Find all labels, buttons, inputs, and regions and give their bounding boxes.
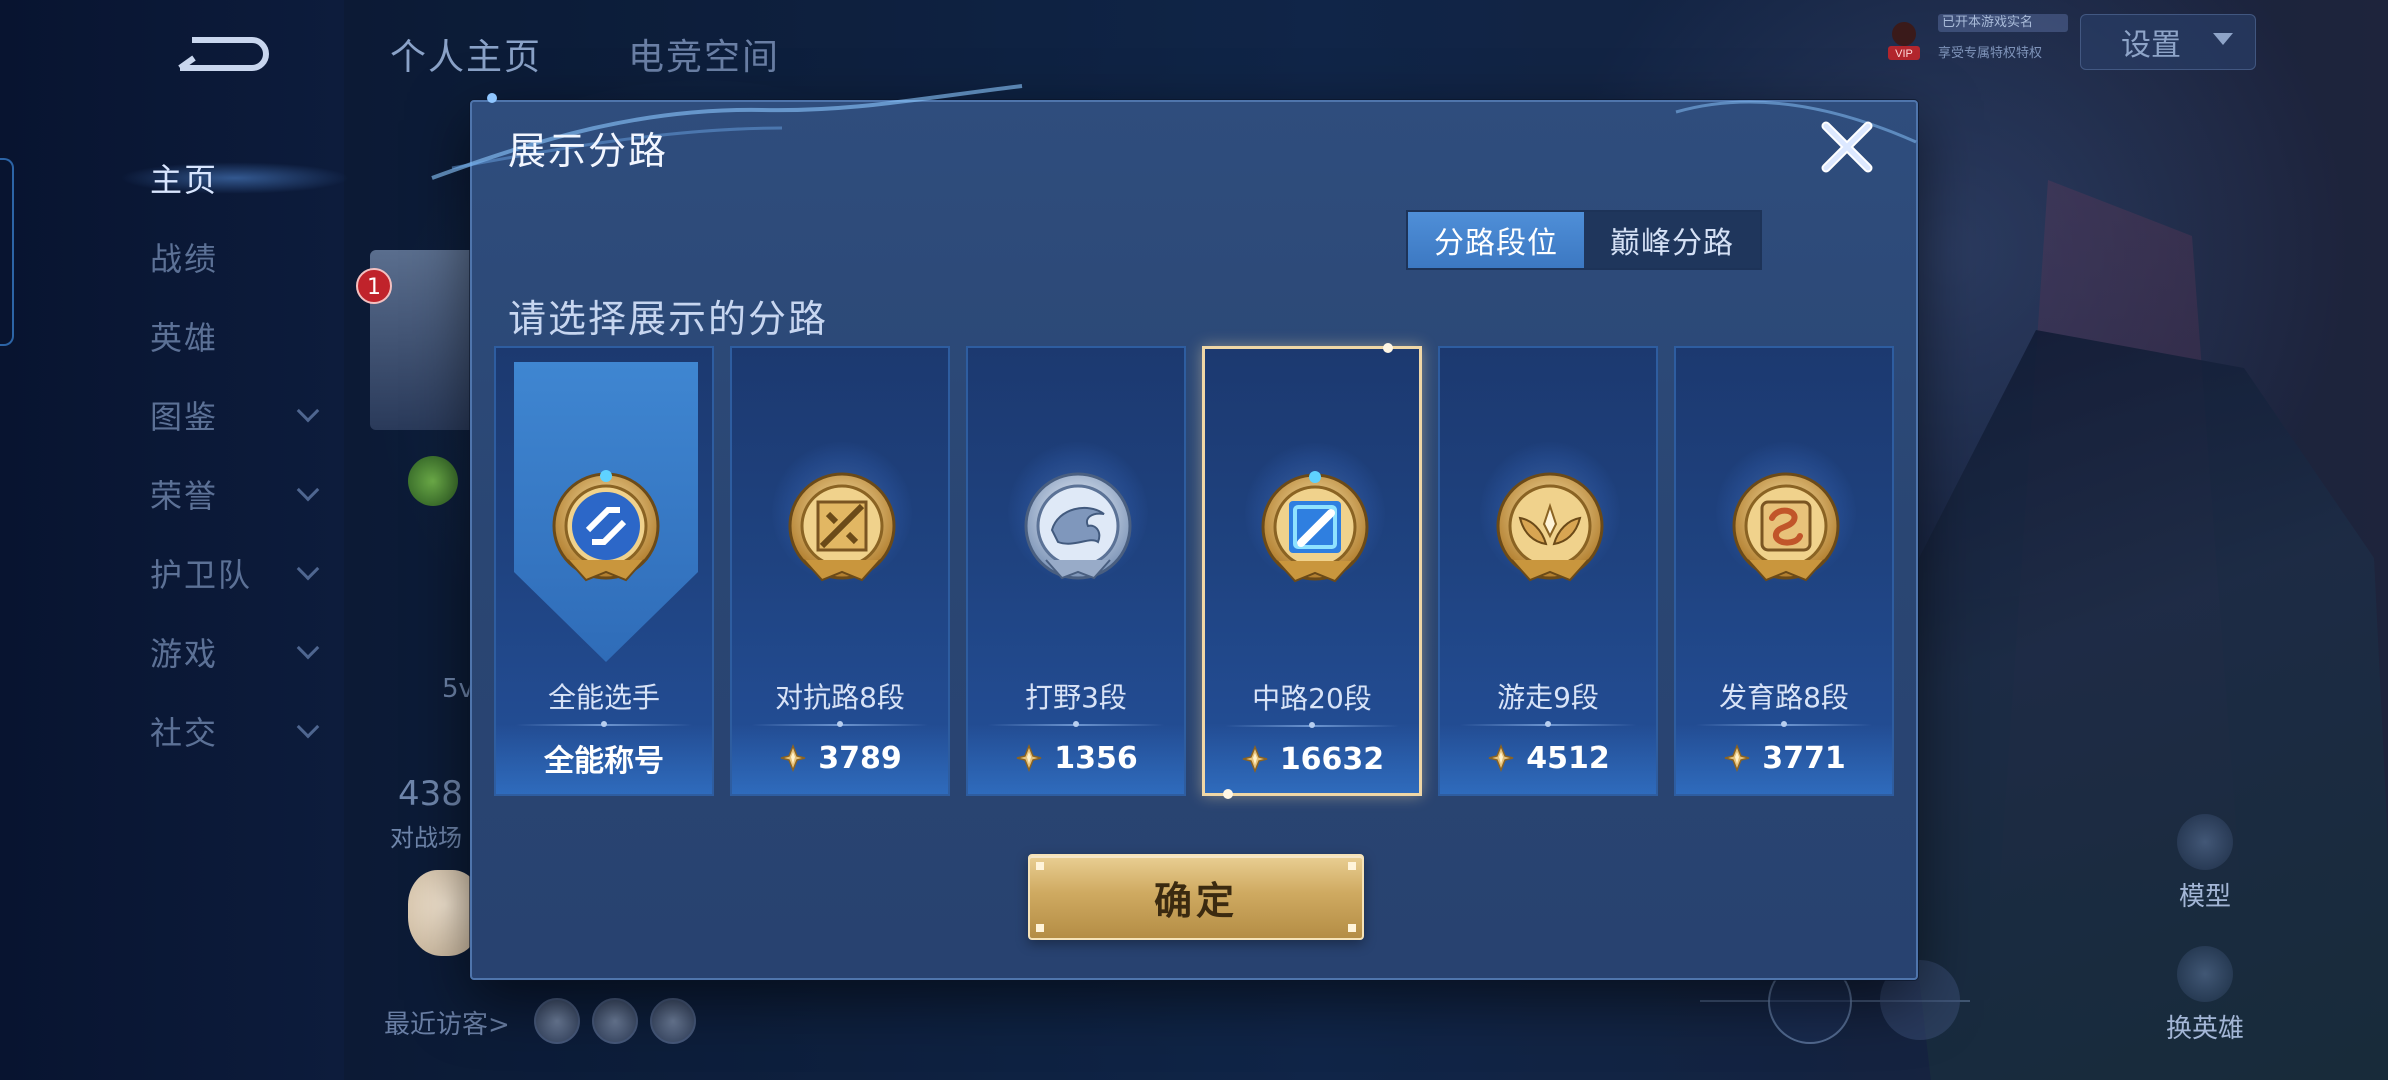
sidebar: 主页战绩英雄图鉴荣誉护卫队游戏社交 bbox=[0, 0, 350, 1080]
lane-card[interactable]: 打野3段 1356 bbox=[966, 346, 1186, 796]
lane-score: 全能称号 bbox=[496, 738, 712, 779]
sidebar-item-label: 战绩 bbox=[150, 240, 219, 278]
notification-badge: 1 bbox=[356, 268, 392, 304]
lane-card-list: 全能选手 全能称号 对抗路8段 3789 打野3段 1356 中路20段 16632 游走9段 4… bbox=[494, 343, 1898, 799]
chevron-down-icon bbox=[2213, 33, 2233, 45]
lane-score-value: 4512 bbox=[1526, 740, 1610, 776]
back-arrow-icon bbox=[178, 37, 269, 71]
model-label: 模型 bbox=[2178, 882, 2231, 912]
tab-personal-home[interactable]: 个人主页 bbox=[390, 28, 542, 80]
sidebar-item[interactable]: 战绩 bbox=[150, 227, 330, 287]
lane-score-value: 全能称号 bbox=[544, 744, 664, 779]
settings-button[interactable]: 设置 bbox=[2080, 14, 2256, 70]
svg-text:VIP: VIP bbox=[1895, 48, 1913, 60]
tab-esports-space[interactable]: 电竞空间 bbox=[628, 28, 780, 80]
settings-label: 设置 bbox=[2121, 28, 2181, 63]
vip-note-secondary: 享受专属特权特权 bbox=[1938, 46, 2043, 60]
back-button[interactable] bbox=[172, 30, 272, 80]
sidebar-item[interactable]: 护卫队 bbox=[150, 543, 330, 603]
roam-emblem-icon bbox=[1490, 468, 1610, 598]
modal-title: 展示分路 bbox=[508, 129, 669, 173]
jungle-emblem-icon bbox=[1018, 468, 1138, 598]
sidebar-item[interactable]: 主页 bbox=[150, 148, 330, 208]
green-rank-icon bbox=[408, 456, 458, 506]
sidebar-item[interactable]: 英雄 bbox=[150, 306, 330, 366]
all-round-emblem-icon bbox=[546, 468, 666, 598]
modal-subtitle: 请选择展示的分路 bbox=[508, 297, 829, 341]
farm-lane-emblem-icon bbox=[1726, 468, 1846, 598]
lane-card[interactable]: 对抗路8段 3789 bbox=[730, 346, 950, 796]
sidebar-edge-indicator bbox=[0, 158, 14, 346]
lane-card[interactable]: 中路20段 16632 bbox=[1202, 343, 1422, 799]
visitor-avatar[interactable] bbox=[592, 998, 638, 1044]
model-button[interactable]: 模型 bbox=[2160, 814, 2250, 913]
sidebar-item-label: 护卫队 bbox=[150, 556, 253, 594]
close-icon bbox=[1821, 121, 1873, 173]
lane-name: 中路20段 bbox=[1252, 682, 1372, 715]
chevron-down-icon bbox=[296, 557, 320, 581]
vip-note: 已开本游戏实名 bbox=[1938, 14, 2068, 32]
lane-card[interactable]: 游走9段 4512 bbox=[1438, 346, 1658, 796]
confirm-button[interactable]: 确定 bbox=[1028, 854, 1364, 940]
sidebar-item[interactable]: 游戏 bbox=[150, 622, 330, 682]
lane-score-value: 3771 bbox=[1762, 740, 1846, 776]
lane-score-value: 1356 bbox=[1054, 740, 1138, 776]
sidebar-item-label: 主页 bbox=[150, 161, 219, 199]
swap-hero-icon bbox=[2177, 946, 2233, 1002]
rank-points-icon bbox=[1725, 743, 1750, 773]
lane-score: 1356 bbox=[968, 738, 1184, 778]
battle-count: 438 bbox=[398, 774, 463, 814]
lane-score-value: 3789 bbox=[818, 740, 902, 776]
tab-lane-rank[interactable]: 分路段位 bbox=[1408, 212, 1584, 268]
lane-display-modal: 展示分路 分路段位 巅峰分路 请选择展示的分路 全能选手 全能称号 对抗路8段 378… bbox=[431, 84, 1918, 980]
sidebar-item-label: 英雄 bbox=[150, 319, 219, 357]
chevron-down-icon bbox=[296, 715, 320, 739]
rank-points-icon bbox=[1242, 744, 1267, 774]
lane-name: 游走9段 bbox=[1497, 681, 1599, 714]
sidebar-item[interactable]: 图鉴 bbox=[150, 385, 330, 445]
sidebar-item-label: 游戏 bbox=[150, 635, 219, 673]
clash-lane-emblem-icon bbox=[782, 468, 902, 598]
lane-card[interactable]: 全能选手 全能称号 bbox=[494, 346, 714, 796]
mid-lane-emblem-icon bbox=[1255, 469, 1375, 599]
tab-peak-lane[interactable]: 巅峰分路 bbox=[1584, 212, 1760, 268]
sidebar-item-label: 图鉴 bbox=[150, 398, 219, 436]
confirm-label: 确定 bbox=[1153, 878, 1238, 923]
lane-name: 对抗路8段 bbox=[775, 681, 905, 714]
recent-visitors-link[interactable]: 最近访客> bbox=[384, 1004, 510, 1041]
visitor-avatar[interactable] bbox=[534, 998, 580, 1044]
lane-name: 打野3段 bbox=[1025, 681, 1127, 714]
close-button[interactable] bbox=[1816, 116, 1878, 178]
sidebar-item-label: 社交 bbox=[150, 714, 219, 752]
sidebar-item-label: 荣誉 bbox=[150, 477, 219, 515]
swap-hero-label: 换英雄 bbox=[2165, 1014, 2244, 1044]
lane-score: 16632 bbox=[1205, 739, 1419, 779]
lane-score: 3789 bbox=[732, 738, 948, 778]
sidebar-item[interactable]: 荣誉 bbox=[150, 464, 330, 524]
rank-points-icon bbox=[1017, 743, 1042, 773]
vip-icon[interactable]: VIP bbox=[1880, 16, 1928, 64]
battle-count-label: 对战场 bbox=[390, 824, 462, 852]
lane-score-value: 16632 bbox=[1279, 741, 1385, 777]
chevron-down-icon bbox=[296, 399, 320, 423]
lane-score: 3771 bbox=[1676, 738, 1892, 778]
lane-name: 全能选手 bbox=[547, 681, 660, 714]
selection-dot bbox=[1383, 343, 1393, 353]
selection-dot bbox=[1223, 789, 1233, 799]
chevron-down-icon bbox=[296, 478, 320, 502]
rank-points-icon bbox=[781, 743, 806, 773]
lane-name: 发育路8段 bbox=[1719, 681, 1849, 714]
model-icon bbox=[2177, 814, 2233, 870]
lane-type-segmented-control: 分路段位 巅峰分路 bbox=[1406, 210, 1762, 270]
lane-card[interactable]: 发育路8段 3771 bbox=[1674, 346, 1894, 796]
lane-score: 4512 bbox=[1440, 738, 1656, 778]
chevron-down-icon bbox=[296, 636, 320, 660]
visitor-avatar[interactable] bbox=[650, 998, 696, 1044]
rank-points-icon bbox=[1489, 743, 1514, 773]
swap-hero-button[interactable]: 换英雄 bbox=[2160, 946, 2250, 1045]
sidebar-item[interactable]: 社交 bbox=[150, 701, 330, 761]
